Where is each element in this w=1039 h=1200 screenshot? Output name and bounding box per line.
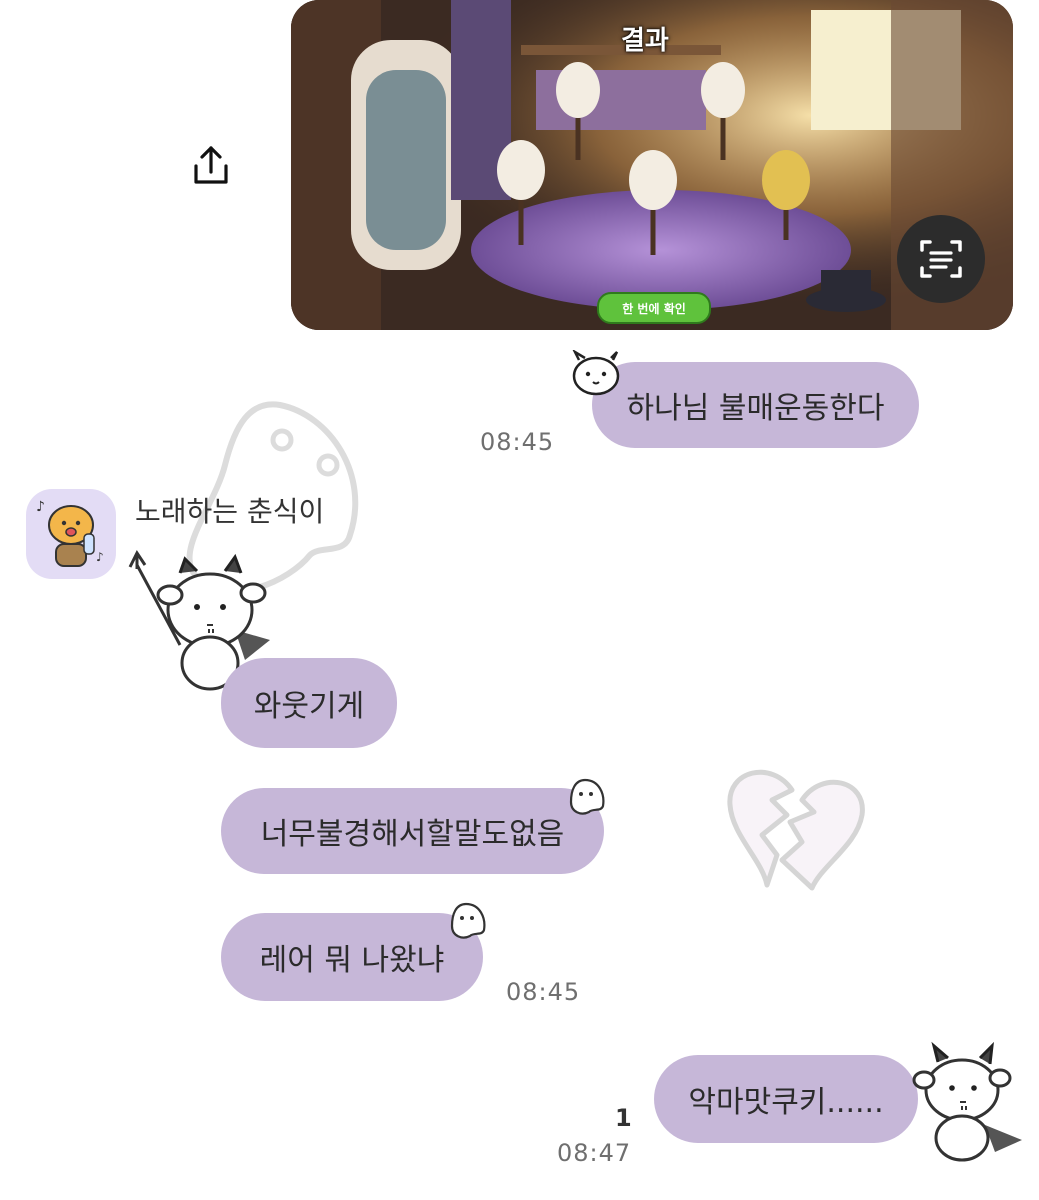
message-text: 악마맛쿠키...... [688,1085,884,1120]
text-scan-icon[interactable] [897,215,985,303]
svg-text:♪: ♪ [36,499,45,515]
message-time: 08:47 [557,1139,632,1167]
sender-name: 노래하는 춘식이 [135,495,325,528]
unread-count-badge: 1 [615,1104,632,1132]
message-text: 하나님 불매운동한다 [626,391,885,426]
avatar[interactable]: ♪ ♪ [26,489,116,579]
sent-message-bubble[interactable]: 하나님 불매운동한다 [592,362,919,448]
message-text: 레어 뭐 나왔냐 [259,943,445,978]
ghost-sticker [450,902,486,939]
shared-image-title: 결과 [621,26,669,56]
share-icon[interactable] [185,140,237,192]
message-text: 너무불경해서할말도없음 [260,817,565,852]
svg-text:♪: ♪ [96,550,104,564]
ghost-sticker [569,778,605,815]
received-message-bubble[interactable]: 너무불경해서할말도없음 [221,788,604,874]
broken-heart-decoration [727,769,865,891]
received-message-bubble[interactable]: 와웃기게 [221,658,397,748]
received-message-bubble[interactable]: 레어 뭐 나왔냐 [221,913,483,1001]
devil-goat-sticker [912,1041,1022,1162]
message-time: 08:45 [506,978,581,1006]
message-time: 08:45 [480,428,555,456]
goat-face-sticker [572,350,620,396]
confirm-all-button: 한 번에 확인 [597,292,711,324]
sent-message-bubble[interactable]: 악마맛쿠키...... [654,1055,918,1143]
message-text: 와웃기게 [253,689,365,724]
